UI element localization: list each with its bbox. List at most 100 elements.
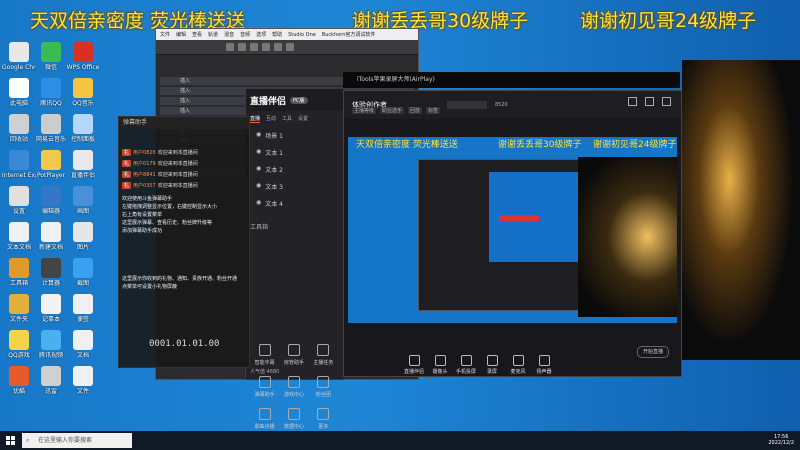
tool-button[interactable]: 歌曲点播 [250,408,279,430]
daw-menu-item[interactable]: 混音 [224,31,234,38]
tool-button[interactable]: 主播任务 [309,344,338,366]
eye-icon[interactable]: ◉ [256,199,261,208]
eye-icon[interactable]: ◉ [256,131,261,140]
taskbar-search[interactable]: ⌕ 在这里输入你要搜索 [22,433,132,448]
panel-tab[interactable]: 工具 [282,115,292,123]
desktop-icon[interactable]: 回收站 [2,114,36,143]
desktop-icon[interactable]: QQ音乐 [66,78,100,107]
scene-item[interactable]: ◉ 文本 1 [246,144,344,161]
desktop-icon[interactable]: 直播伴侣 [66,150,100,179]
desktop-icon[interactable]: 迅雷 [34,366,68,395]
desktop-icon[interactable]: QQ游戏 [2,330,36,359]
app-icon [41,294,61,314]
stream-control-button[interactable]: 摄像头 [430,355,450,375]
daw-menu-item[interactable]: 编辑 [176,31,186,38]
daw-menu-item[interactable]: 文件 [160,31,170,38]
desktop-icon[interactable]: 设置 [2,186,36,215]
scene-item[interactable]: ◉ 场景 1 [246,127,344,144]
stream-control-button[interactable]: 麦克风 [508,355,528,375]
desktop-icon[interactable]: 截图 [66,258,100,287]
desktop-icon[interactable]: WPS Office [66,42,100,71]
tool-icon[interactable] [238,43,246,51]
stream-window[interactable]: 体验创作者 8520 主播等级 职业选手 回放 标签 天双倍亲密度 荧光棒送送 谢谢丢… [343,90,682,377]
desktop-icon[interactable]: PotPlayer [34,150,68,179]
tool-button[interactable]: 房管助手 [279,344,308,366]
stream-control-button[interactable]: 录屏 [482,355,502,375]
start-live-button[interactable]: 开始直播 [637,346,669,358]
scene-item[interactable]: ◉ 文本 3 [246,178,344,195]
daw-menubar[interactable]: 文件 编辑 查看 轨道 混音 音频 选项 帮助 Studio One Buckhorn官方调试软件 [156,29,418,40]
desktop-icon[interactable]: 新建文档 [34,222,68,251]
desktop-icon[interactable]: 记事本 [34,294,68,323]
desktop-icon[interactable]: 画图 [66,186,100,215]
tool-icon[interactable] [250,43,258,51]
desktop-icon[interactable]: 腾讯QQ [34,78,68,107]
eye-icon[interactable]: ◉ [256,148,261,157]
daw-menu-item[interactable]: 轨道 [208,31,218,38]
desktop-icon[interactable]: 工具箱 [2,258,36,287]
tool-icon[interactable] [262,43,270,51]
daw-toolbar[interactable] [156,40,418,55]
eye-icon[interactable]: ◉ [256,182,261,191]
tool-button[interactable]: 弹幕助手 [250,376,279,398]
daw-menu-item[interactable]: Studio One [288,32,316,38]
desktop-icon[interactable]: 文本文档 [2,222,36,251]
desktop-icon[interactable]: 腾讯视频 [34,330,68,359]
panel-tab[interactable]: 互动 [266,115,276,123]
system-clock[interactable]: 17:56 2022/12/2 [768,434,794,446]
desktop-icon[interactable]: 此电脑 [2,78,36,107]
panel-tab[interactable]: 设置 [298,115,308,123]
desktop-icon-label: 迅雷 [44,388,57,395]
desktop-icon[interactable]: 微信 [34,42,68,71]
panel-tab[interactable]: 直播 [250,115,261,123]
daw-menu-item[interactable]: 音频 [240,31,250,38]
close-icon[interactable] [662,97,671,106]
desktop-icon[interactable]: 图片 [66,222,100,251]
desktop-icon[interactable]: 文档 [66,330,100,359]
desktop-icon[interactable]: 网易云音乐 [34,114,68,143]
scene-list[interactable]: ◉ 场景 1 ◉ 文本 1 ◉ 文本 2 ◉ 文本 3 ◉ 文本 4 [246,127,344,212]
desktop-icon[interactable]: 便签 [66,294,100,323]
daw-menu-item[interactable]: 帮助 [272,31,282,38]
desktop-icon[interactable]: Internet Explorer [2,150,36,179]
panel-tabs[interactable]: 直播 互动 工具 设置 [246,111,344,127]
desktop-icon[interactable]: 优酷 [2,366,36,395]
chat-assistant-window[interactable]: 弹幕助手 礼用户0826 欢迎来到本直播间礼用户0179 欢迎来到本直播间礼用户88… [118,116,250,368]
tool-button[interactable]: 数据中心 [279,408,308,430]
stream-control-button[interactable]: 扬声器 [534,355,554,375]
desktop-icon[interactable]: 编辑器 [34,186,68,215]
desktop-icon[interactable]: 控制面板 [66,114,100,143]
tool-button[interactable]: 粉丝团 [309,376,338,398]
desktop-icon[interactable]: 文件夹 [2,294,36,323]
search-input[interactable] [447,101,487,109]
tool-button[interactable]: 游戏中心 [279,376,308,398]
stream-control-button[interactable]: 手机投屏 [456,355,476,375]
scene-item[interactable]: ◉ 文本 2 [246,161,344,178]
eye-icon[interactable]: ◉ [256,165,261,174]
tool-icon[interactable] [274,43,282,51]
control-label: 麦克风 [510,369,526,375]
app-icon [73,258,93,278]
stream-preview: 天双倍亲密度 荧光棒送送 谢谢丢丢哥30级牌子 谢谢初见哥24级牌子 [348,137,677,323]
window-controls[interactable] [628,97,671,106]
tool-button[interactable]: 智能字幕 [250,344,279,366]
start-button[interactable] [0,431,22,450]
tool-grid[interactable]: 智能字幕 房管助手 主播任务 弹幕助手 游戏中心 粉丝团 歌曲点播 数据中心 更多 [250,344,338,430]
stream-control-button[interactable]: 直播伴侣 [404,355,424,375]
maximize-icon[interactable] [645,97,654,106]
tool-icon[interactable] [286,43,294,51]
tool-icon[interactable] [226,43,234,51]
minimize-icon[interactable] [628,97,637,106]
taskbar[interactable]: ⌕ 在这里输入你要搜索 17:56 2022/12/2 [0,431,800,450]
daw-menu-item[interactable]: Buckhorn官方调试软件 [322,31,376,38]
scene-item[interactable]: ◉ 文本 4 [246,195,344,212]
daw-menu-item[interactable]: 查看 [192,31,202,38]
tool-icon [258,376,271,388]
airplay-titlebar[interactable]: iTools苹果录屏大师(AirPlay) [343,72,680,88]
desktop-icon[interactable]: 文件 [66,366,100,395]
live-assistant-panel[interactable]: 直播伴侣 PC版 直播 互动 工具 设置 ◉ 场景 1 ◉ 文本 1 ◉ 文本 2 ◉ 文本 3 ◉ 文… [245,88,345,430]
stream-control-bar[interactable]: 直播伴侣 摄像头 手机投屏 录屏 麦克风 扬声器 [344,327,681,375]
desktop-icon[interactable]: 计算器 [34,258,68,287]
desktop-icon[interactable]: Google Chrome [2,42,36,71]
daw-menu-item[interactable]: 选项 [256,31,266,38]
